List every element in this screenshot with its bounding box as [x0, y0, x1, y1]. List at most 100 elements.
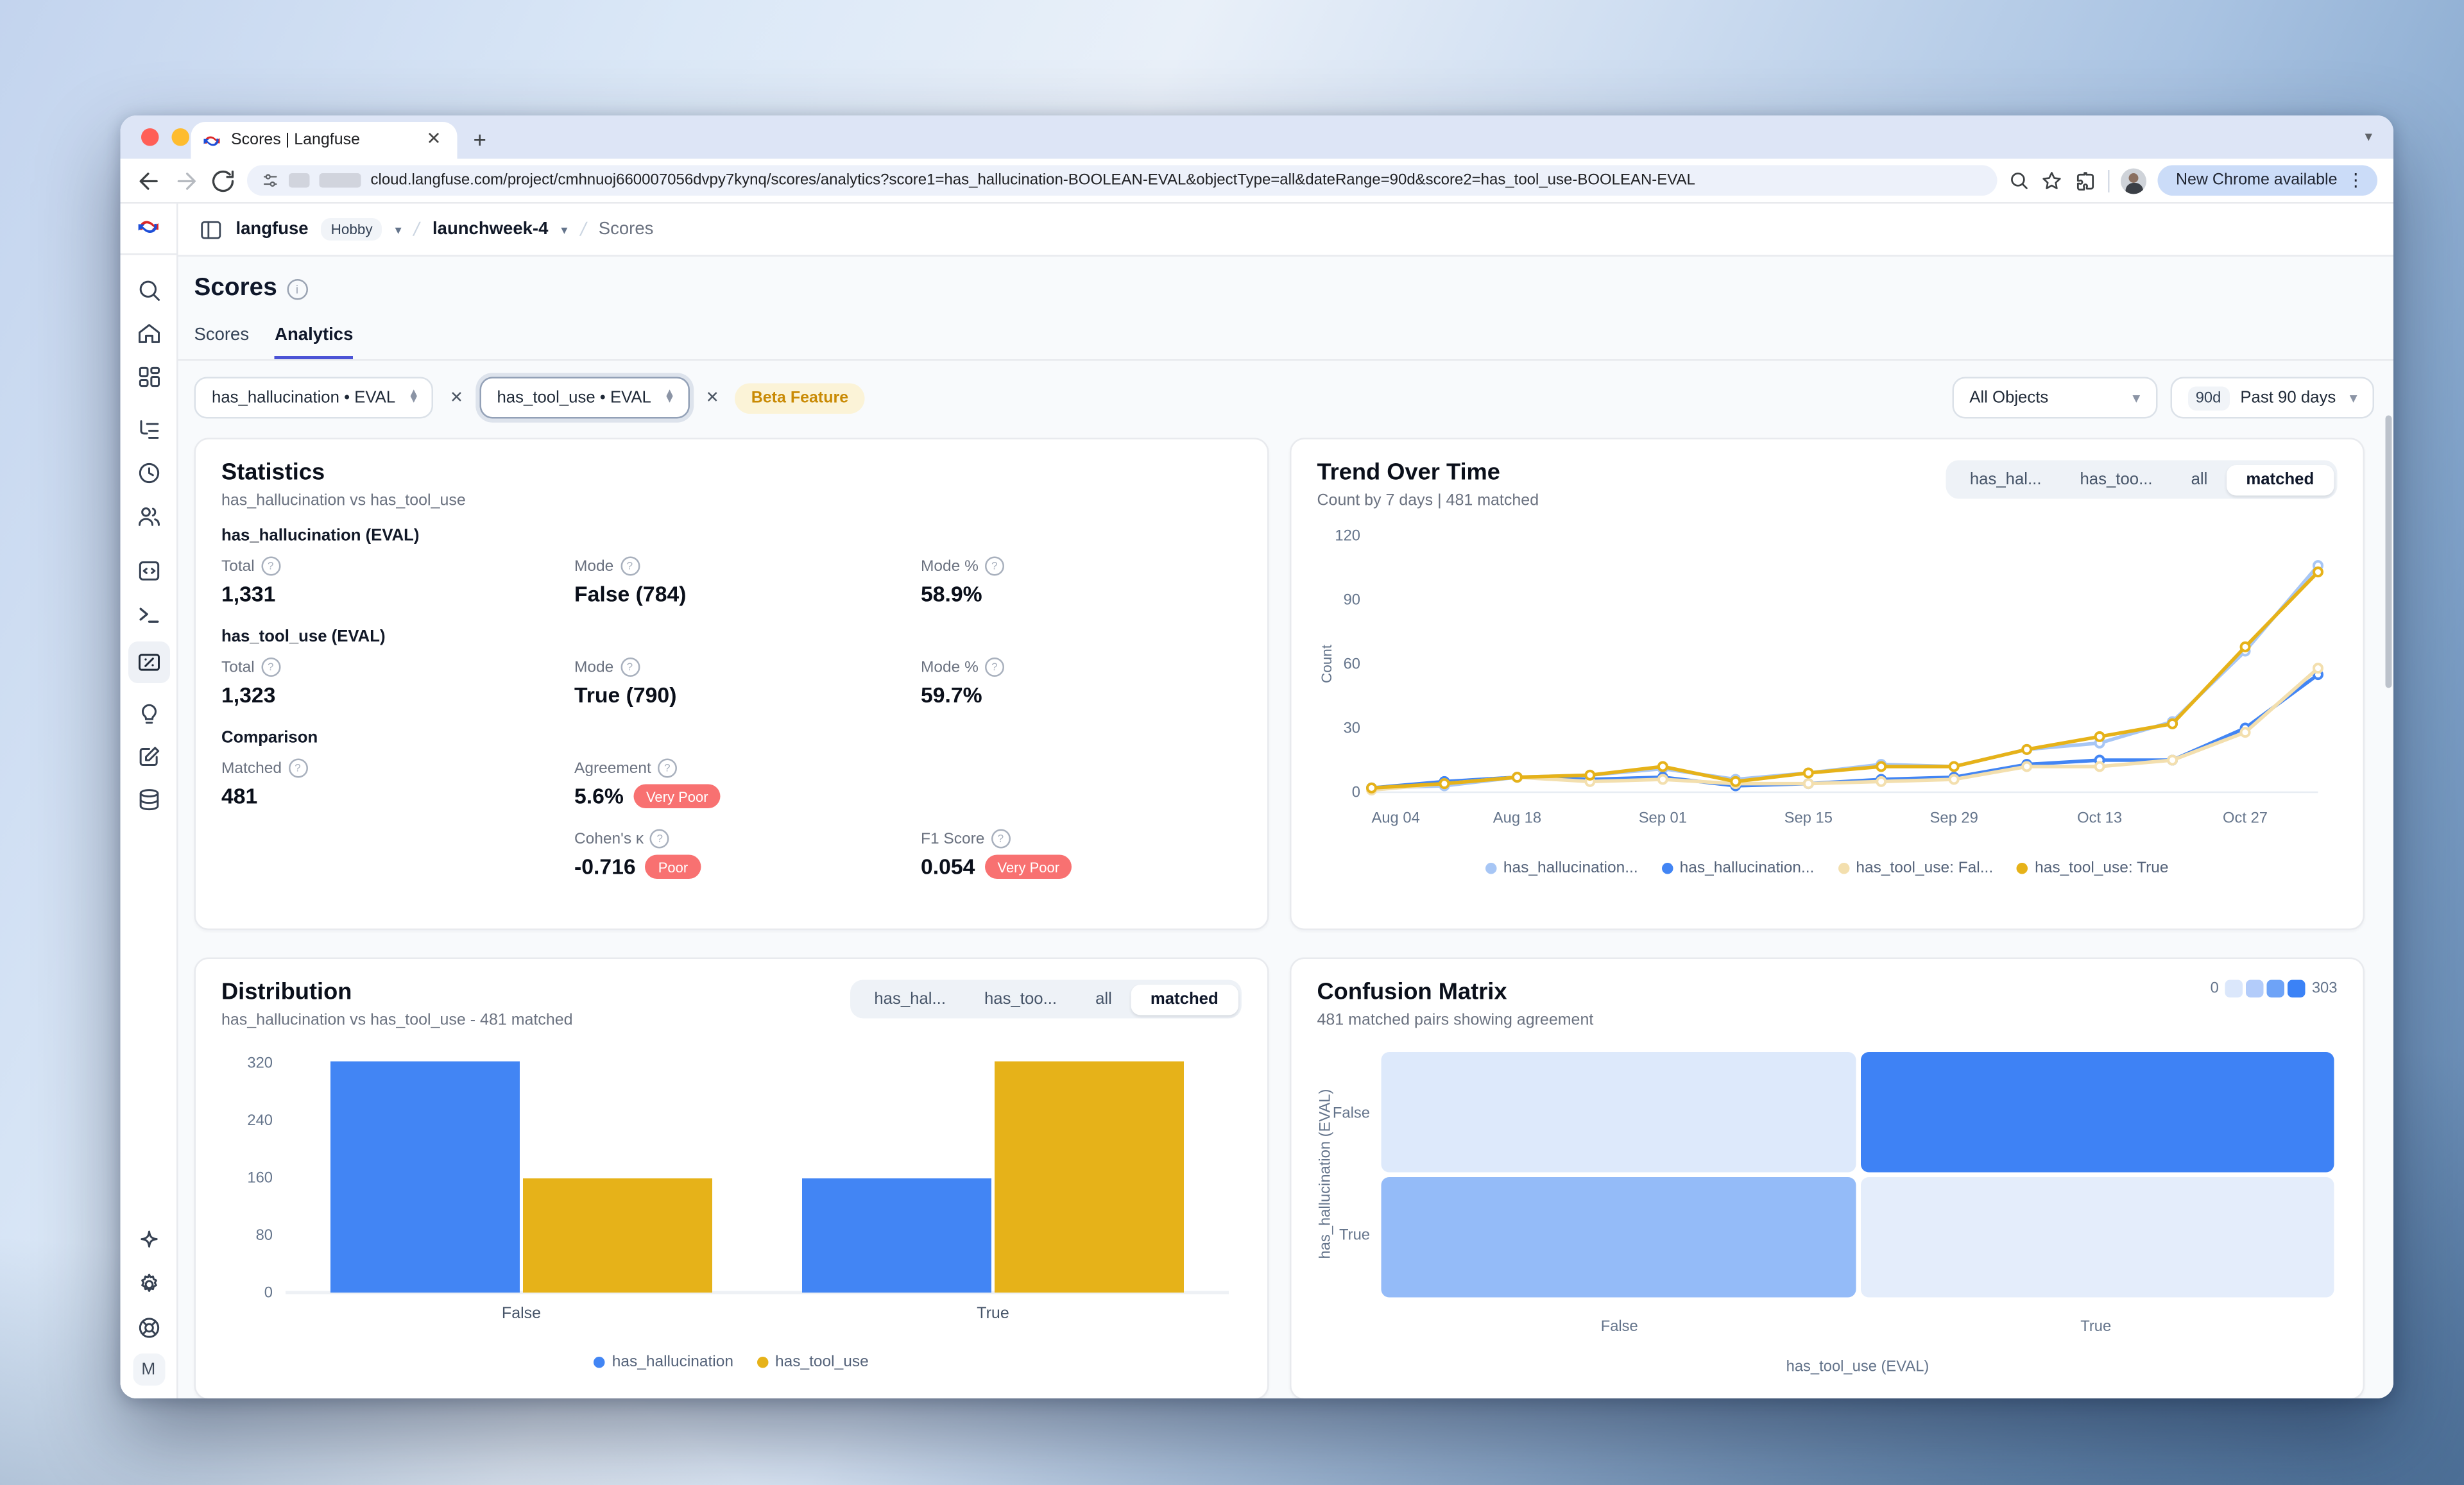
url-bar[interactable]: cloud.langfuse.com/project/cmhnuoj660007…	[247, 165, 1998, 196]
distribution-subtitle: has_hallucination vs has_tool_use - 481 …	[221, 1012, 573, 1030]
sidebar-toggle-icon[interactable]	[199, 217, 223, 242]
site-settings-icon[interactable]	[262, 172, 280, 190]
svg-text:160: 160	[247, 1169, 273, 1186]
row-label-false: False	[1340, 1053, 1382, 1174]
metric: Mode %?59.7%	[921, 658, 1242, 708]
evaluation-lightbulb-icon[interactable]	[135, 701, 161, 727]
view-option-hastoo[interactable]: has_too...	[965, 984, 1076, 1015]
search-icon[interactable]	[135, 278, 161, 303]
col-label-false: False	[1382, 1318, 1858, 1336]
remove-score2-icon[interactable]: ✕	[703, 389, 723, 407]
browser-window: Scores | Langfuse ✕ + ▾ cloud.langfuse.c…	[121, 115, 2394, 1398]
forward-icon[interactable]	[173, 167, 199, 193]
help-icon[interactable]: ?	[288, 759, 307, 778]
tab-scores[interactable]: Scores	[194, 326, 250, 360]
help-icon[interactable]: ?	[261, 658, 280, 677]
users-icon[interactable]	[135, 504, 161, 529]
project-chevron-down-icon[interactable]: ▾	[561, 222, 567, 237]
object-type-select[interactable]: All Objects ▼	[1952, 377, 2157, 419]
confusion-cell-False-False[interactable]	[1382, 1052, 1856, 1173]
view-option-hastoo[interactable]: has_too...	[2060, 464, 2171, 495]
score1-select[interactable]: has_hallucination • EVAL ▲▼	[194, 377, 434, 419]
user-avatar[interactable]: M	[132, 1353, 164, 1386]
new-tab-button[interactable]: +	[474, 127, 486, 153]
scale-swatch	[2288, 980, 2306, 998]
score2-select[interactable]: has_tool_use • EVAL ▲▼	[479, 377, 690, 419]
back-icon[interactable]	[137, 167, 162, 193]
browser-menu-kebab-icon[interactable]: ⋮	[2347, 170, 2365, 191]
help-icon[interactable]: ?	[985, 658, 1004, 677]
view-option-matched[interactable]: matched	[2227, 464, 2333, 495]
page-scrollbar-thumb[interactable]	[2386, 416, 2392, 688]
bookmark-star-icon[interactable]	[2041, 169, 2064, 192]
tracing-icon[interactable]	[135, 417, 161, 443]
help-icon[interactable]: ?	[985, 557, 1004, 576]
distribution-view-segmented-control: has_hal...has_too...allmatched	[851, 980, 1242, 1019]
rating-badge: Poor	[646, 855, 701, 879]
scores-icon[interactable]	[128, 641, 169, 683]
help-icon[interactable]: ?	[620, 658, 639, 677]
info-icon[interactable]: i	[287, 278, 308, 300]
tab-search-chevron-icon[interactable]: ▾	[2357, 125, 2381, 149]
legend-item[interactable]: has_tool_use: True	[2017, 860, 2169, 878]
close-window-button[interactable]	[141, 128, 159, 146]
langfuse-favicon	[202, 131, 221, 150]
prompts-icon[interactable]	[135, 558, 161, 584]
minimize-window-button[interactable]	[172, 128, 190, 146]
help-icon[interactable]: ?	[650, 829, 669, 849]
ask-ai-sparkle-icon[interactable]	[135, 1228, 161, 1254]
filter-bar: has_hallucination • EVAL ▲▼ ✕ has_tool_u…	[176, 361, 2393, 419]
legend-item[interactable]: has_tool_use: Fal...	[1838, 860, 1993, 878]
col-label-true: True	[1858, 1318, 2334, 1336]
breadcrumb-org[interactable]: langfuse	[236, 220, 309, 239]
datasets-database-icon[interactable]	[135, 788, 161, 813]
confusion-title: Confusion Matrix	[1317, 980, 1594, 1006]
svg-text:80: 80	[256, 1226, 273, 1244]
zoom-icon[interactable]	[2009, 170, 2030, 191]
view-option-all[interactable]: all	[2172, 464, 2227, 495]
legend-item[interactable]: has_tool_use	[758, 1353, 869, 1371]
plan-badge: Hobby	[321, 218, 382, 241]
distribution-title: Distribution	[221, 980, 573, 1006]
url-text[interactable]: cloud.langfuse.com/project/cmhnuoj660007…	[371, 172, 1983, 190]
extensions-puzzle-icon[interactable]	[2075, 169, 2097, 192]
dashboards-icon[interactable]	[135, 364, 161, 390]
svg-text:Oct 27: Oct 27	[2223, 810, 2268, 827]
org-chevron-down-icon[interactable]: ▾	[395, 222, 402, 237]
trend-legend: has_hallucination... has_hallucination...…	[1317, 860, 2338, 878]
help-icon[interactable]: ?	[261, 557, 280, 576]
confusion-cell-True-False[interactable]	[1382, 1177, 1856, 1298]
tab-analytics[interactable]: Analytics	[275, 326, 353, 360]
sessions-clock-icon[interactable]	[135, 461, 161, 486]
legend-item[interactable]: has_hallucination...	[1662, 860, 1814, 878]
help-icon[interactable]: ?	[620, 557, 639, 576]
rating-badge: Very Poor	[984, 855, 1072, 879]
view-option-hashal[interactable]: has_hal...	[1951, 464, 2061, 495]
home-icon[interactable]	[135, 321, 161, 346]
scale-max: 303	[2312, 980, 2338, 998]
help-icon[interactable]: ?	[991, 829, 1010, 849]
confusion-cell-False-True[interactable]	[1860, 1052, 2334, 1173]
breadcrumb-project[interactable]: launchweek-4	[432, 220, 548, 239]
date-range-select[interactable]: 90d Past 90 days ▼	[2170, 377, 2374, 419]
view-option-all[interactable]: all	[1076, 984, 1131, 1015]
help-icon[interactable]: ?	[658, 759, 677, 778]
settings-gear-icon[interactable]	[135, 1272, 161, 1298]
metric: Total?1,331	[221, 557, 574, 607]
browser-profile-avatar[interactable]	[2121, 167, 2147, 193]
playground-terminal-icon[interactable]	[135, 602, 161, 627]
tab-close-icon[interactable]: ✕	[422, 130, 446, 151]
browser-tab[interactable]: Scores | Langfuse ✕	[191, 122, 458, 159]
remove-score1-icon[interactable]: ✕	[447, 389, 466, 407]
support-lifebuoy-icon[interactable]	[135, 1315, 161, 1341]
view-option-hashal[interactable]: has_hal...	[855, 984, 965, 1015]
score1-value: has_hallucination • EVAL	[212, 389, 395, 407]
confusion-cell-True-True[interactable]	[1860, 1177, 2334, 1298]
legend-dot	[1662, 863, 1673, 874]
legend-item[interactable]: has_hallucination	[594, 1353, 733, 1371]
view-option-matched[interactable]: matched	[1131, 984, 1238, 1015]
chrome-update-button[interactable]: New Chrome available ⋮	[2158, 165, 2377, 196]
legend-item[interactable]: has_hallucination...	[1485, 860, 1638, 878]
reload-icon[interactable]	[210, 167, 236, 193]
annotation-icon[interactable]	[135, 744, 161, 770]
